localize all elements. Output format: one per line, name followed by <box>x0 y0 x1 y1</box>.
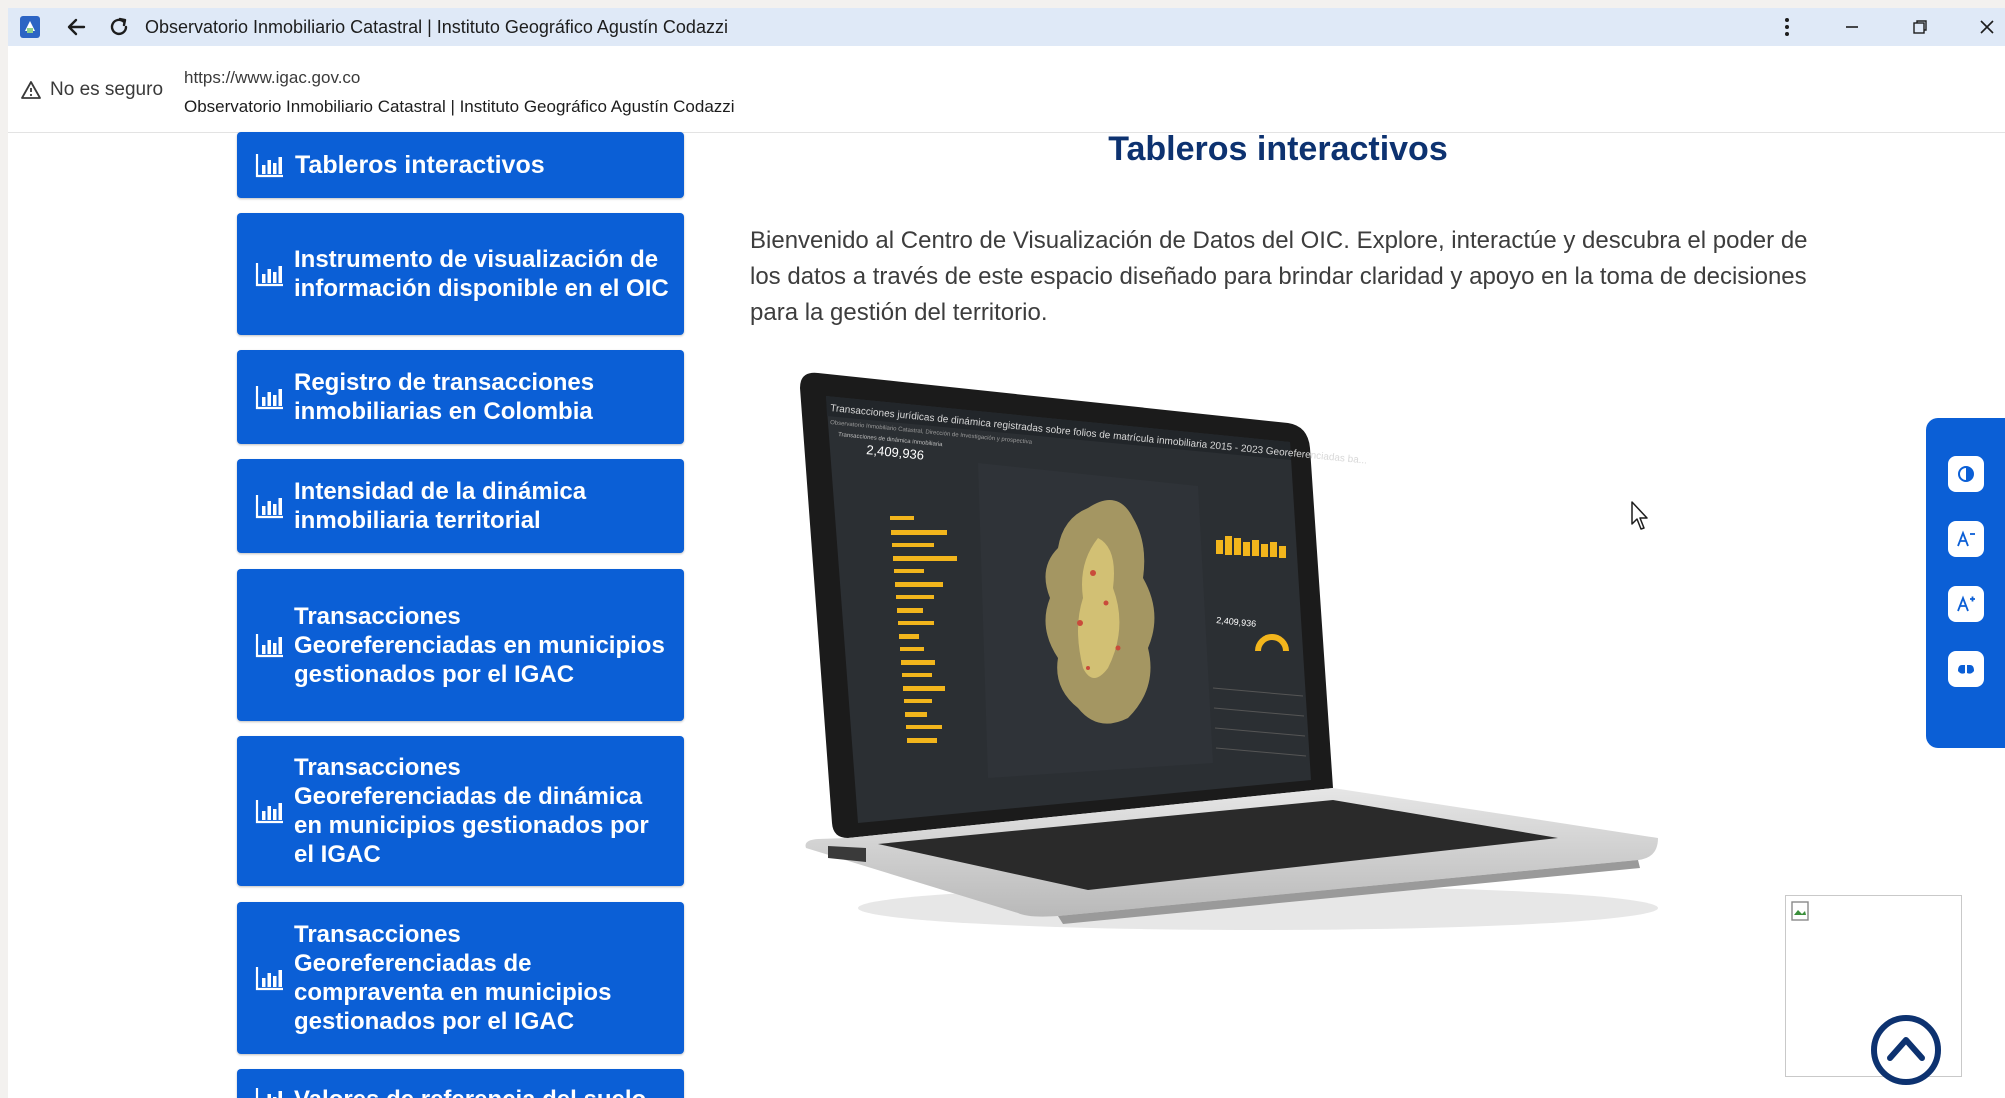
warning-icon <box>21 81 41 99</box>
more-vertical-icon <box>1785 18 1789 36</box>
intro-paragraph: Bienvenido al Centro de Visualización de… <box>750 227 1808 326</box>
close-button[interactable] <box>1969 12 2005 42</box>
laptop-dashboard-image: Transacciones jurídicas de dinámica regi… <box>800 372 1658 930</box>
bar-chart-icon <box>255 493 285 519</box>
sidebar-item-label: Transacciones Georeferenciadas de dinámi… <box>294 754 649 868</box>
sidebar-item-label: Transacciones Georeferenciadas en munici… <box>294 602 665 688</box>
title-bar: Observatorio Inmobiliario Catastral | In… <box>8 8 2005 46</box>
increase-font-button[interactable] <box>1948 586 1984 622</box>
sidebar-item-label: Instrumento de visualización de informac… <box>294 246 669 302</box>
sidebar-item-label: Valores de referencia del suelo <box>294 1085 670 1098</box>
sidebar-item-label: Intensidad de la dinámica inmobiliaria t… <box>294 478 587 534</box>
page-title: Observatorio Inmobiliario Catastral | In… <box>184 97 735 116</box>
bar-chart-icon <box>255 152 285 178</box>
contrast-icon <box>1958 466 1974 482</box>
bar-chart-icon <box>255 632 285 658</box>
sidebar-item-1[interactable]: Tableros interactivos <box>237 132 684 198</box>
window-title: Observatorio Inmobiliario Catastral | In… <box>145 17 728 37</box>
sign-language-button[interactable] <box>1948 651 1984 687</box>
reload-button[interactable] <box>101 12 137 42</box>
accessibility-toolbar <box>1926 418 2005 748</box>
sidebar-item-label: Transacciones Georeferenciadas de compra… <box>294 921 612 1035</box>
sidebar-item-3[interactable]: Registro de transacciones inmobiliarias … <box>237 350 684 444</box>
sidebar-item-8[interactable]: Valores de referencia del suelo <box>237 1069 684 1098</box>
decrease-font-icon <box>1957 530 1975 547</box>
app-icon <box>20 16 40 38</box>
bar-chart-icon <box>255 261 285 287</box>
browser-window: Observatorio Inmobiliario Catastral | In… <box>8 8 2005 1098</box>
back-button[interactable] <box>58 12 94 42</box>
menu-button[interactable] <box>1769 12 1805 42</box>
sign-language-icon <box>1958 665 1974 674</box>
restore-button[interactable] <box>1902 12 1938 42</box>
url-text[interactable]: https://www.igac.gov.co <box>184 68 360 88</box>
sidebar-item-5[interactable]: Transacciones Georeferenciadas en munici… <box>237 569 684 721</box>
bar-chart-icon <box>255 965 285 991</box>
bar-chart-icon <box>255 1086 285 1098</box>
sidebar-item-7[interactable]: Transacciones Georeferenciadas de compra… <box>237 902 684 1054</box>
close-icon <box>1980 20 1994 34</box>
security-indicator[interactable]: No es seguro <box>20 79 163 101</box>
mouse-cursor-icon <box>1631 501 1648 530</box>
scroll-to-top-button[interactable] <box>1870 1014 1942 1086</box>
arrow-left-icon <box>67 18 86 36</box>
sidebar-item-label: Tableros interactivos <box>295 150 545 179</box>
address-bar: No es seguro https://www.igac.gov.co Obs… <box>8 46 2005 133</box>
minimize-icon <box>1846 26 1858 28</box>
reload-icon <box>110 17 128 36</box>
sidebar-item-4[interactable]: Intensidad de la dinámica inmobiliaria t… <box>237 459 684 553</box>
security-label: No es seguro <box>50 79 164 100</box>
increase-font-icon <box>1957 595 1975 612</box>
contrast-button[interactable] <box>1948 456 1984 492</box>
broken-image-icon <box>1791 901 1809 921</box>
bar-chart-icon <box>255 798 285 824</box>
sidebar-item-label: Registro de transacciones inmobiliarias … <box>294 369 595 425</box>
bar-chart-icon <box>255 384 285 410</box>
sidebar-item-2[interactable]: Instrumento de visualización de informac… <box>237 213 684 335</box>
decrease-font-button[interactable] <box>1948 521 1984 557</box>
restore-icon <box>1913 20 1927 34</box>
sidebar-item-6[interactable]: Transacciones Georeferenciadas de dinámi… <box>237 736 684 886</box>
section-heading: Tableros interactivos <box>1108 130 1448 168</box>
chevron-up-circle-icon <box>1871 1015 1941 1085</box>
minimize-button[interactable] <box>1834 12 1870 42</box>
